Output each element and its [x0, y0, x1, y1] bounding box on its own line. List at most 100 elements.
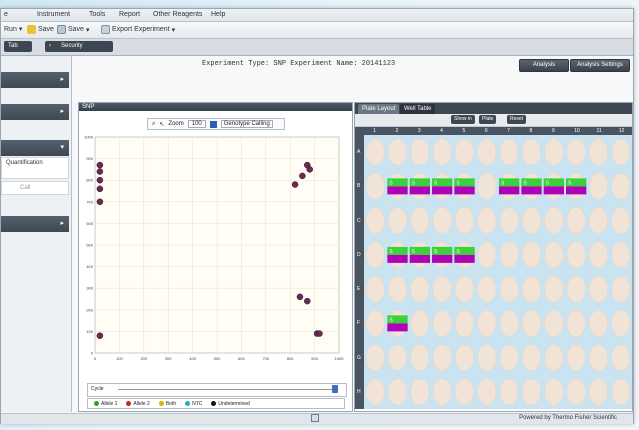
reset-button[interactable]: Reset: [507, 115, 527, 124]
analysis-button[interactable]: Analysis: [519, 59, 569, 72]
x-tick-label: 400: [189, 356, 196, 361]
legend-item: Allele 1: [94, 401, 117, 407]
run-label: Run: [4, 25, 17, 33]
plate-well: [455, 378, 474, 406]
x-tick-label: 200: [140, 356, 147, 361]
menu-item-instrument[interactable]: Instrument: [37, 11, 70, 18]
export-button[interactable]: Export Experiment ▾: [101, 25, 175, 34]
pointer-icon[interactable]: ↖: [159, 121, 164, 128]
status-icon: [311, 414, 319, 422]
sidebar-section-1[interactable]: ▸: [1, 72, 69, 88]
menu-item-help[interactable]: Help: [211, 11, 225, 18]
plate-well: [388, 138, 407, 166]
plate-row-label[interactable]: C: [357, 218, 361, 224]
plate-well: [477, 310, 497, 337]
plate-column-label[interactable]: 10: [574, 128, 580, 134]
data-point: [291, 181, 299, 188]
color-icon[interactable]: [209, 120, 217, 128]
tab-security[interactable]: Security: [57, 41, 113, 52]
analysis-settings-button[interactable]: Analysis Settings: [570, 59, 630, 72]
sidebar-section-3[interactable]: ▾: [1, 140, 69, 156]
well-tag-allele2: [521, 186, 542, 195]
plate-column-label[interactable]: 1: [373, 128, 376, 134]
plate-well: [566, 310, 586, 337]
plate-well: [544, 138, 564, 166]
plot-panel-title: SNP: [79, 103, 352, 111]
well-tag-allele2: [454, 186, 475, 195]
slider-handle[interactable]: [332, 385, 338, 393]
show-in-button[interactable]: Show in: [451, 115, 475, 124]
plate-row-label[interactable]: A: [357, 149, 360, 155]
cycle-slider[interactable]: Cycle: [87, 383, 347, 397]
plate-column-label[interactable]: 9: [552, 128, 555, 134]
plate-row-label[interactable]: E: [357, 286, 360, 292]
status-bar: Powered by Thermo Fisher Scientific: [1, 413, 633, 424]
plate-row-label[interactable]: F: [357, 320, 360, 326]
plate-row-label[interactable]: B: [357, 183, 360, 189]
well-tag-allele2: [432, 186, 453, 195]
plate-layout-panel: Plate Layout Well Table Show in Plate Re…: [354, 102, 633, 412]
plate-well: [477, 344, 497, 371]
plate-well: [544, 310, 564, 337]
plate-column-label[interactable]: 3: [418, 128, 421, 134]
plate-column-label[interactable]: 7: [507, 128, 510, 134]
plate-column-header: 1 2 3 4 5 6 7 8 9 10 11 12: [355, 127, 632, 135]
plate-row-label[interactable]: G: [357, 355, 361, 361]
zoom-value[interactable]: 100: [187, 120, 206, 128]
plate-row-label[interactable]: D: [357, 252, 361, 258]
y-tick-label: 0: [91, 351, 94, 356]
plate-well: [477, 138, 497, 166]
plate-well: [410, 138, 430, 166]
y-tick-label: 400: [86, 264, 93, 269]
plate-column-label[interactable]: 6: [485, 128, 488, 134]
slider-track[interactable]: [118, 389, 332, 390]
plate-well: [365, 310, 385, 337]
legend-swatch: [185, 401, 191, 406]
x-tick-label: 900: [311, 356, 318, 361]
menu-item-e[interactable]: e: [4, 11, 8, 18]
data-point: [96, 332, 104, 339]
sidebar-section-4[interactable]: ▸: [1, 216, 69, 232]
plate-well: [611, 173, 631, 200]
save-as-button[interactable]: Save ▾: [57, 25, 89, 34]
tab-well-table[interactable]: Well Table: [400, 104, 436, 114]
plate-row-label[interactable]: H: [357, 389, 361, 395]
well-tag-allele2: [454, 254, 475, 263]
data-point: [304, 297, 311, 305]
plate-well: [522, 310, 541, 337]
plate-column-label[interactable]: 4: [440, 128, 443, 134]
y-tick-label: 900: [86, 156, 93, 161]
dropdown-arrow-icon: ▾: [171, 26, 176, 34]
plate-button[interactable]: Plate: [479, 115, 497, 124]
tab-home[interactable]: Tab: [4, 41, 32, 52]
data-point: [296, 293, 304, 301]
legend-label: Undetermined: [218, 400, 250, 407]
tab-plate-layout[interactable]: Plate Layout: [358, 104, 400, 114]
menu-item-other-reagents[interactable]: Other Reagents: [153, 11, 202, 18]
sidebar-item-quantification[interactable]: Quantification: [1, 157, 69, 179]
plate-well: [432, 378, 452, 406]
menu-item-tools[interactable]: Tools: [89, 11, 105, 18]
plate-well: [365, 207, 385, 234]
plate-column-label[interactable]: 8: [530, 128, 533, 134]
plate-column-label[interactable]: 2: [396, 128, 399, 134]
plate-subtoolbar: Show in Plate Reset: [355, 114, 632, 127]
export-label: Export Experiment: [112, 26, 170, 33]
plate-column-label[interactable]: 11: [597, 128, 602, 134]
sidebar-item-call[interactable]: Call: [1, 181, 69, 195]
run-button[interactable]: Run ▾: [4, 25, 22, 34]
plate-well: [611, 138, 631, 166]
zoom-icon[interactable]: ⌕: [152, 121, 155, 128]
plate-well: [544, 344, 564, 371]
menu-item-report[interactable]: Report: [119, 11, 140, 18]
plate-column-label[interactable]: 12: [619, 128, 625, 134]
plate-well: [432, 275, 452, 303]
color-by-select[interactable]: Genotype Calling: [220, 120, 273, 128]
plate-column-label[interactable]: 5: [463, 128, 466, 134]
save-button[interactable]: Save: [27, 25, 54, 34]
sidebar-section-2[interactable]: ▸: [1, 104, 69, 120]
legend-label: Allele 2: [133, 400, 150, 407]
data-point: [96, 161, 104, 169]
plate-well: [589, 378, 608, 406]
x-tick-label: 300: [165, 356, 172, 361]
